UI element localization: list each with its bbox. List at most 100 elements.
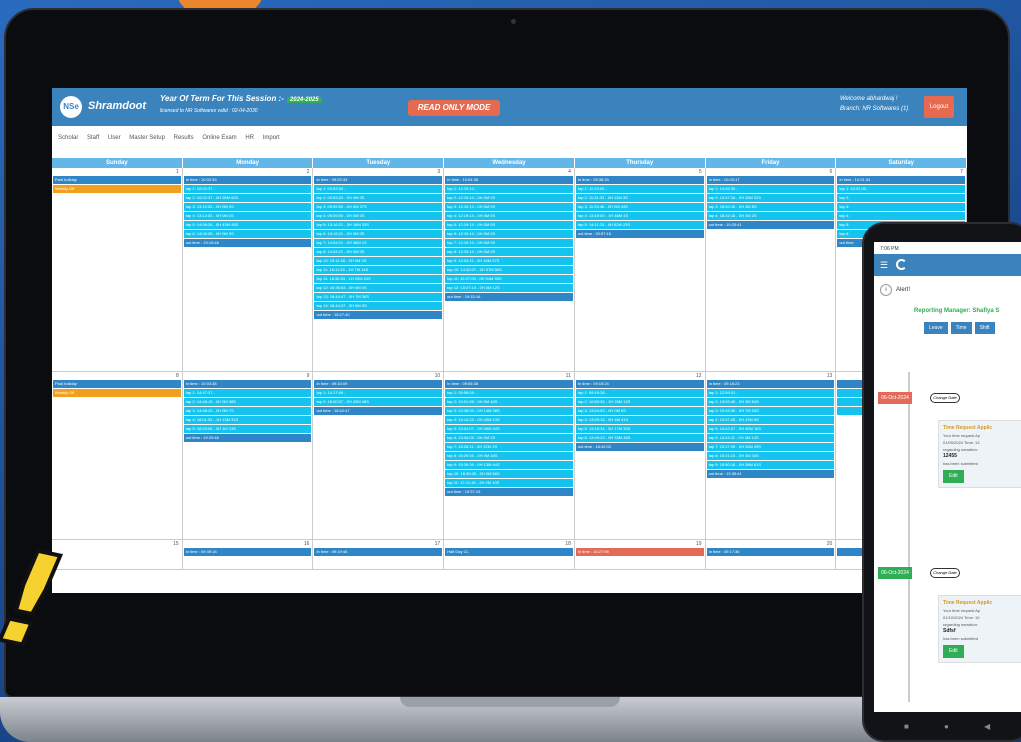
attendance-event[interactable]: out time : 19:10:46 xyxy=(183,239,312,247)
attendance-event[interactable]: tap 4: 13:12:53 - 0H 0M 0S xyxy=(183,212,312,220)
menu-master-setup[interactable]: Master Setup xyxy=(129,135,165,141)
tab-time[interactable]: Time xyxy=(950,322,972,334)
attendance-event[interactable]: tap 2: 12:19:14 - 0H 0M 0S xyxy=(445,194,573,202)
attendance-event[interactable]: tap 11: 17:41:45 - 2H 2M 10S xyxy=(445,479,573,487)
attendance-event[interactable]: out time : 19:37:19 xyxy=(445,488,573,496)
day-cell[interactable]: 10 In time : 09:15:09 tap 1: 14:17:49 - tap… xyxy=(313,372,445,539)
attendance-event[interactable]: out time : 18:27:40 xyxy=(314,311,443,319)
day-cell[interactable]: 12 In time : 09:15:24 tap 1: 09:19:28 - tap… xyxy=(575,372,706,539)
attendance-event[interactable]: tap 4: 13:57:45 - 0H 47M 6S xyxy=(706,416,835,424)
attendance-event[interactable]: tap 4: 16:01:53 - 1H 13M 31S xyxy=(183,416,312,424)
attendance-event[interactable]: tap 3: 13:28:04 - 0H 14M 38S xyxy=(445,407,573,415)
attendance-event[interactable]: tap 4: 13:19:00 - 1H 48M 4S xyxy=(575,212,704,220)
day-cell[interactable]: 5 In time : 09:38:33 tap 1: 11:19:00 - tap … xyxy=(575,168,706,371)
attendance-event[interactable]: tap 3: xyxy=(837,203,966,211)
attendance-event[interactable]: tap 1: 09:56:09 - xyxy=(445,389,573,397)
attendance-event[interactable]: In time : 09:15:24 xyxy=(575,380,704,388)
attendance-event[interactable]: tap 1: 11:19:00 - xyxy=(575,185,704,193)
attendance-event[interactable]: tap 2: 09:53:33 - 0H 0M 0S xyxy=(314,194,443,202)
attendance-event[interactable]: In time : 10:02:33 xyxy=(183,176,312,184)
attendance-event[interactable]: tap 11: 16:36:53 - 1H 20M 20S xyxy=(314,275,443,283)
attendance-event[interactable]: Weekly Off xyxy=(53,185,181,193)
attendance-event[interactable]: Paid holiday xyxy=(53,380,181,388)
attendance-event[interactable]: tap 5: 14:42:07 - 0H 40M 16S xyxy=(706,425,835,433)
attendance-event[interactable]: tap 1: 14:47:37 - xyxy=(183,389,312,397)
attendance-event[interactable]: tap 3: 13:12:53 - 0H 0M 0S xyxy=(183,203,312,211)
attendance-event[interactable]: In time : 09:19:46 xyxy=(314,548,443,556)
attendance-event[interactable]: Half Day CL xyxy=(445,548,573,556)
nav-back-icon[interactable]: ■ xyxy=(904,722,909,731)
change-date-button[interactable]: Change Date xyxy=(930,568,960,578)
refresh-icon[interactable] xyxy=(896,259,907,270)
attendance-event[interactable]: tap 2: 18:00:37 - 0H 43M 48S xyxy=(314,398,443,406)
day-cell[interactable]: 16 In time : 09:49:18 xyxy=(183,540,314,569)
tab-shift[interactable]: Shift xyxy=(974,322,995,334)
edit-button[interactable]: Edit xyxy=(943,470,964,483)
attendance-event[interactable]: In time : 09:38:33 xyxy=(575,176,704,184)
logout-button[interactable]: Logout xyxy=(924,96,954,118)
day-cell[interactable]: 8 Paid holiday Weekly Off xyxy=(52,372,183,539)
day-cell[interactable]: 1 Paid holiday Weekly Off xyxy=(52,168,183,371)
attendance-event[interactable]: tap 4: 09:59:55 - 0H 0M 0S xyxy=(314,212,443,220)
attendance-event[interactable]: tap 3: 14:48:23 - 0H 0M 7S xyxy=(183,407,312,415)
attendance-event[interactable]: tap 5: 13:16:21 - 3H 16M 33S xyxy=(314,221,443,229)
attendance-event[interactable]: tap 2: 13:02:45 - 0H 3M 54S xyxy=(706,398,835,406)
attendance-event[interactable]: In time : 10:01:34 xyxy=(837,176,966,184)
attendance-event[interactable]: In time : 10:04:38 xyxy=(445,176,573,184)
attendance-event[interactable]: In time : 10:03:17 xyxy=(706,176,835,184)
attendance-event[interactable]: tap 1: 12:19:14 - xyxy=(445,185,573,193)
attendance-event[interactable]: out time : 18:42:02 xyxy=(575,443,704,451)
day-cell[interactable]: 13 In time : 09:18:23 tap 1: 12:59:31 - tap… xyxy=(706,372,837,539)
attendance-event[interactable]: In time : 09:17:36 xyxy=(706,548,835,556)
attendance-event[interactable]: tap 11: 16:11:33 - 1H 7M 14S xyxy=(314,266,443,274)
attendance-event[interactable]: tap 6: 13:16:21 - 0H 0M 0S xyxy=(314,230,443,238)
attendance-event[interactable]: out time : 20:57:16 xyxy=(575,230,704,238)
attendance-event[interactable]: tap 13: 18:44:47 - 0H 7M 30S xyxy=(314,293,443,301)
day-cell[interactable]: 20 In time : 09:17:36 xyxy=(706,540,837,569)
attendance-event[interactable]: tap 8: 15:21:23 - 0H 3M 34S xyxy=(706,452,835,460)
attendance-event[interactable]: tap 4: 13:09:16 - 0H 4M 41S xyxy=(575,416,704,424)
attendance-event[interactable]: tap 4: 18:22:18 - 0H 3M 2S xyxy=(706,212,835,220)
day-cell[interactable]: 6 In time : 10:03:17 tap 1: 14:06:39 - tap … xyxy=(706,168,837,371)
attendance-event[interactable]: tap 2: xyxy=(837,194,966,202)
attendance-event[interactable]: In time : 09:15:09 xyxy=(314,380,443,388)
attendance-event[interactable]: out time : 19:33:16 xyxy=(445,293,573,301)
hamburger-icon[interactable]: ☰ xyxy=(880,260,888,271)
attendance-event[interactable]: tap 6: 13:04:09 - 0H 0M 2S xyxy=(445,434,573,442)
attendance-event[interactable]: out time : 19:20:46 xyxy=(183,434,312,442)
edit-button[interactable]: Edit xyxy=(943,645,964,658)
attendance-event[interactable]: tap 1: 10:02:37 - xyxy=(183,185,312,193)
term-year-badge[interactable]: 2024-2025 xyxy=(286,97,322,103)
attendance-event[interactable]: tap 14: 18:44:47 - 0H 0M 0S xyxy=(314,302,443,310)
attendance-event[interactable]: tap 9: 15:39:39 - 0H 13M 44S xyxy=(445,461,573,469)
change-date-button[interactable]: Change Date xyxy=(930,393,960,403)
day-cell[interactable]: 9 In time : 10:03:38 tap 1: 14:47:37 - tap … xyxy=(183,372,314,539)
attendance-event[interactable]: tap 5: 13:16:34 - 0H 17M 30S xyxy=(575,425,704,433)
day-cell[interactable]: 2 In time : 10:02:33 tap 1: 10:02:37 - tap … xyxy=(183,168,314,371)
attendance-event[interactable]: tap 3: 12:19:14 - 0H 0M 0S xyxy=(445,203,573,211)
attendance-event[interactable]: tap 1: 14:06:39 - xyxy=(706,185,835,193)
menu-scholar[interactable]: Scholar xyxy=(58,135,78,141)
attendance-event[interactable]: tap 5: 14:11:23 - 0H 52M 23S xyxy=(575,221,704,229)
day-cell[interactable]: 4 In time : 10:04:38 tap 1: 12:19:14 - tap … xyxy=(444,168,575,371)
attendance-event[interactable]: In time : 10:27:59 xyxy=(575,548,704,556)
attendance-event[interactable]: tap 6: 13:49:23 - 0H 33M 48S xyxy=(575,434,704,442)
attendance-event[interactable]: tap 4: 14:14:23 - 0H 43M 13S xyxy=(445,416,573,424)
attendance-event[interactable]: tap 12: 16:36:53 - 0H 0M 0S xyxy=(314,284,443,292)
attendance-event[interactable]: tap 12: 15:37:14 - 0H 0M 12S xyxy=(445,284,573,292)
menu-online-exam[interactable]: Online Exam xyxy=(202,135,236,141)
attendance-event[interactable]: tap 7: 15:28:11 - 0H 22M 2S xyxy=(445,443,573,451)
attendance-event[interactable]: tap 3: 18:00:16 - 0H 3M 8S xyxy=(706,203,835,211)
attendance-event[interactable]: In time : 09:49:18 xyxy=(183,548,312,556)
attendance-event[interactable]: out time : 18:42:47 xyxy=(314,407,443,415)
attendance-event[interactable]: tap 2: 10:01:58 - 0H 0M 48S xyxy=(445,398,573,406)
attendance-event[interactable]: tap 11: 15:37:05 - 0H 54M 58S xyxy=(445,275,573,283)
attendance-event[interactable]: tap 2: 10:59:39 - 1H 28M 12S xyxy=(575,398,704,406)
attendance-event[interactable]: tap 4: 12:19:14 - 0H 0M 0S xyxy=(445,212,573,220)
attendance-event[interactable]: tap 6: 12:19:14 - 0H 0M 0S xyxy=(445,230,573,238)
attendance-event[interactable]: tap 1: 12:59:31 - xyxy=(706,389,835,397)
day-cell[interactable]: 3 In time : 09:53:33 tap 1: 09:53:33 - tap … xyxy=(313,168,445,371)
attendance-event[interactable]: In time : 09:18:23 xyxy=(706,380,835,388)
attendance-event[interactable]: tap 4: xyxy=(837,212,966,220)
attendance-event[interactable]: tap 3: 13:16:35 - 0H 7M 20S xyxy=(706,407,835,415)
